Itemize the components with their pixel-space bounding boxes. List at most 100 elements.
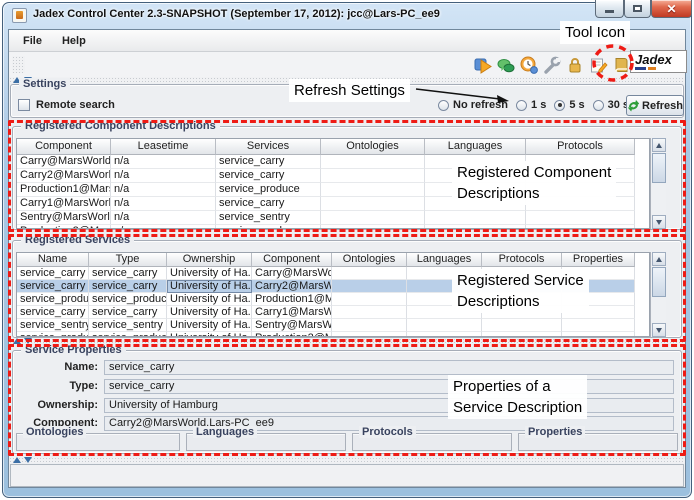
table-cell: University of Ha... xyxy=(167,306,252,319)
test-notes-icon[interactable] xyxy=(587,54,608,75)
table-cell xyxy=(407,332,482,337)
table-cell xyxy=(321,225,425,229)
table-cell: service_carry xyxy=(17,280,89,293)
annotation-service-descriptions: Registered ServiceDescriptions xyxy=(452,269,589,313)
close-icon: ✕ xyxy=(666,2,676,16)
column-header[interactable]: Services xyxy=(216,139,321,155)
table-cell xyxy=(332,267,407,280)
column-header[interactable]: Properties xyxy=(562,253,635,267)
table-cell xyxy=(482,319,562,332)
table-row[interactable]: Production2@MarsWo...n/aservice_produce xyxy=(17,225,649,229)
column-header[interactable]: Name xyxy=(17,253,89,267)
column-header[interactable]: Leasetime xyxy=(111,139,216,155)
column-header[interactable]: Protocols xyxy=(482,253,562,267)
annotation-refresh-settings: Refresh Settings xyxy=(289,79,410,102)
table-cell xyxy=(321,155,425,169)
security-lock-icon[interactable] xyxy=(564,54,585,75)
ownership-field[interactable]: University of Hamburg xyxy=(104,398,674,413)
column-header[interactable]: Ontologies xyxy=(321,139,425,155)
table-cell xyxy=(425,211,526,225)
table-cell: service_carry xyxy=(89,306,167,319)
column-header[interactable]: Component xyxy=(252,253,332,267)
table-cell xyxy=(482,332,562,337)
column-header[interactable]: Ontologies xyxy=(332,253,407,267)
column-header[interactable]: Component xyxy=(17,139,111,155)
radio-icon[interactable] xyxy=(516,100,527,111)
services-table-scrollbar[interactable] xyxy=(650,252,666,337)
maximize-button[interactable] xyxy=(624,0,651,18)
scroll-up-icon[interactable] xyxy=(652,252,666,266)
table-cell: service_produce xyxy=(216,183,321,197)
splitter-collapse-icon[interactable] xyxy=(13,338,21,344)
splitter-collapse-icon[interactable] xyxy=(13,457,21,463)
menu-help[interactable]: Help xyxy=(54,33,94,49)
table-cell: service_produce xyxy=(17,293,89,306)
radio-label: 5 s xyxy=(569,99,584,111)
scroll-down-icon[interactable] xyxy=(652,323,666,337)
scroll-down-icon[interactable] xyxy=(652,215,666,229)
splitter-expand-icon[interactable] xyxy=(24,457,32,463)
toolbar-grip[interactable] xyxy=(12,56,25,73)
minimize-icon xyxy=(605,10,614,13)
column-header[interactable]: Ownership xyxy=(167,253,252,267)
radio-5-s[interactable]: 5 s xyxy=(554,99,584,111)
scrollbar-thumb[interactable] xyxy=(652,267,666,297)
radio-icon[interactable] xyxy=(438,100,449,111)
jadex-logo: Jadex xyxy=(630,50,687,73)
remote-search-label: Remote search xyxy=(36,99,115,111)
table-cell: University of Ha... xyxy=(167,332,252,337)
service-properties-title: Service Properties xyxy=(21,344,126,356)
table-cell xyxy=(321,211,425,225)
radio-no-refresh[interactable]: No refresh xyxy=(438,99,508,111)
table-cell xyxy=(562,332,635,337)
minimize-button[interactable] xyxy=(595,0,624,18)
splitter-bottom[interactable] xyxy=(9,457,685,463)
starter-icon[interactable] xyxy=(472,54,493,75)
component-table-scrollbar[interactable] xyxy=(650,138,666,229)
radio-icon[interactable] xyxy=(554,100,565,111)
library-book-icon[interactable] xyxy=(610,54,631,75)
radio-1-s[interactable]: 1 s xyxy=(516,99,546,111)
column-header[interactable]: Type xyxy=(89,253,167,267)
type-field[interactable]: service_carry xyxy=(104,379,674,394)
refresh-button[interactable]: Refresh xyxy=(626,95,684,116)
table-cell: service_sentry xyxy=(89,319,167,332)
column-header[interactable]: Languages xyxy=(425,139,526,155)
menu-file[interactable]: File xyxy=(15,33,50,49)
screenshot-stage: Jadex Control Center 2.3-SNAPSHOT (Septe… xyxy=(0,0,694,500)
table-cell xyxy=(321,197,425,211)
annotation-tool-icon: Tool Icon xyxy=(560,21,630,44)
column-header[interactable]: Protocols xyxy=(526,139,635,155)
window-title: Jadex Control Center 2.3-SNAPSHOT (Septe… xyxy=(33,8,440,20)
column-header[interactable]: Languages xyxy=(407,253,482,267)
table-cell: Carry2@MarsW... xyxy=(252,280,332,293)
name-field[interactable]: service_carry xyxy=(104,360,674,375)
radio-icon[interactable] xyxy=(593,100,604,111)
table-row[interactable]: service_sentryservice_sentryUniversity o… xyxy=(17,319,649,332)
table-cell xyxy=(332,319,407,332)
awareness-icon[interactable] xyxy=(518,54,539,75)
table-cell: service_carry xyxy=(17,267,89,280)
table-cell: n/a xyxy=(111,197,216,211)
table-cell: Sentry@MarsW... xyxy=(252,319,332,332)
remote-search-checkbox[interactable]: Remote search xyxy=(18,99,115,111)
table-cell xyxy=(332,306,407,319)
table-cell: n/a xyxy=(111,169,216,183)
table-row[interactable]: service_produceservice_produceUniversity… xyxy=(17,332,649,337)
properties-group-title: Properties xyxy=(525,426,585,438)
splitter-middle[interactable] xyxy=(9,338,685,343)
table-cell: service_carry xyxy=(216,197,321,211)
radio-30-s[interactable]: 30 s xyxy=(593,99,629,111)
scrollbar-thumb[interactable] xyxy=(652,153,666,183)
table-row[interactable]: Sentry@MarsWorld.La...n/aservice_sentry xyxy=(17,211,649,225)
wrench-settings-icon[interactable] xyxy=(541,54,562,75)
table-cell xyxy=(321,169,425,183)
table-header-row: ComponentLeasetimeServicesOntologiesLang… xyxy=(17,139,649,155)
protocols-group: Protocols xyxy=(352,433,512,451)
checkbox-icon[interactable] xyxy=(18,99,30,111)
conversation-icon[interactable] xyxy=(495,54,516,75)
close-button[interactable]: ✕ xyxy=(651,0,692,18)
radio-label: No refresh xyxy=(453,99,508,111)
jadex-logo-bars xyxy=(635,67,686,70)
scroll-up-icon[interactable] xyxy=(652,138,666,152)
